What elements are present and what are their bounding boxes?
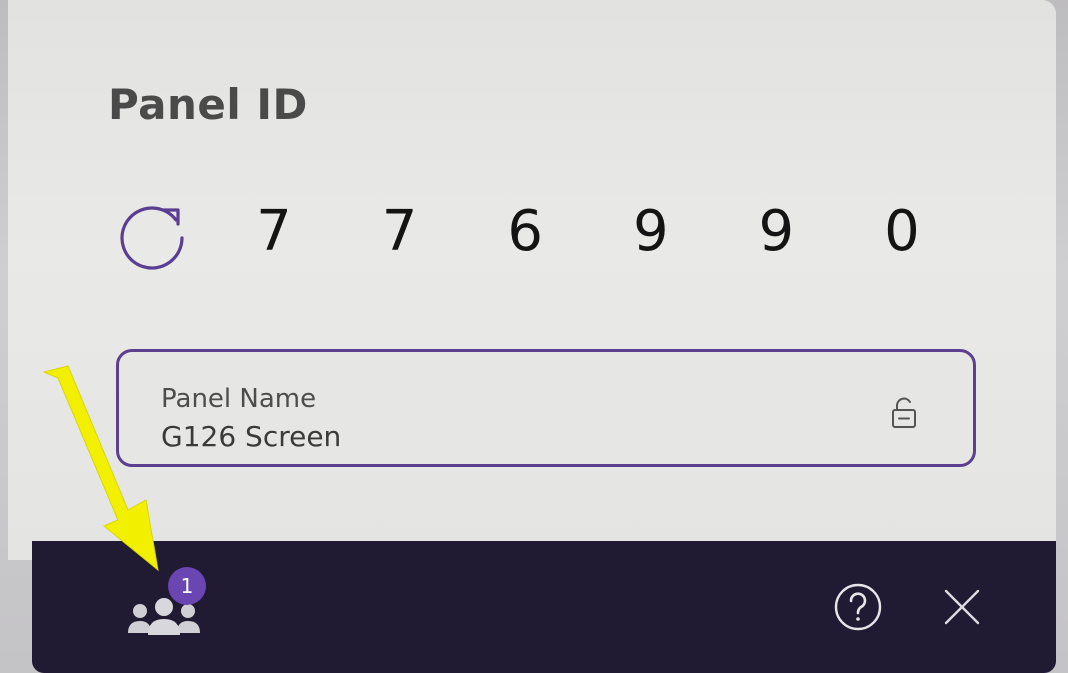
close-icon: [944, 589, 980, 625]
refresh-button[interactable]: [118, 198, 190, 270]
help-icon: [834, 583, 882, 631]
unlock-icon: [892, 397, 916, 428]
panel-id-digit: 6: [507, 199, 543, 264]
panel-id-digit: 7: [256, 199, 292, 264]
panel-id-card: Panel ID 7 7 6 9 9 0 Panel Name G126 Scr…: [8, 0, 1056, 560]
panel-id-digit: 7: [381, 199, 418, 264]
help-button[interactable]: [832, 581, 884, 633]
panel-id-digit: 0: [884, 199, 920, 264]
panel-name-value[interactable]: G126 Screen: [161, 420, 341, 453]
panel-id-digit: 9: [758, 199, 795, 264]
panel-id-digit: 9: [632, 199, 669, 264]
close-button[interactable]: [940, 585, 984, 629]
refresh-icon: [120, 206, 184, 270]
lock-toggle-button[interactable]: [889, 396, 919, 430]
bottom-toolbar: 1: [32, 541, 1056, 673]
panel-id-digits: 7 7 6 9 9 0: [218, 192, 958, 272]
page-title: Panel ID: [108, 80, 308, 129]
panel-name-field[interactable]: Panel Name G126 Screen: [116, 349, 976, 467]
participants-count-badge: 1: [168, 567, 206, 605]
panel-name-label: Panel Name: [161, 384, 317, 414]
